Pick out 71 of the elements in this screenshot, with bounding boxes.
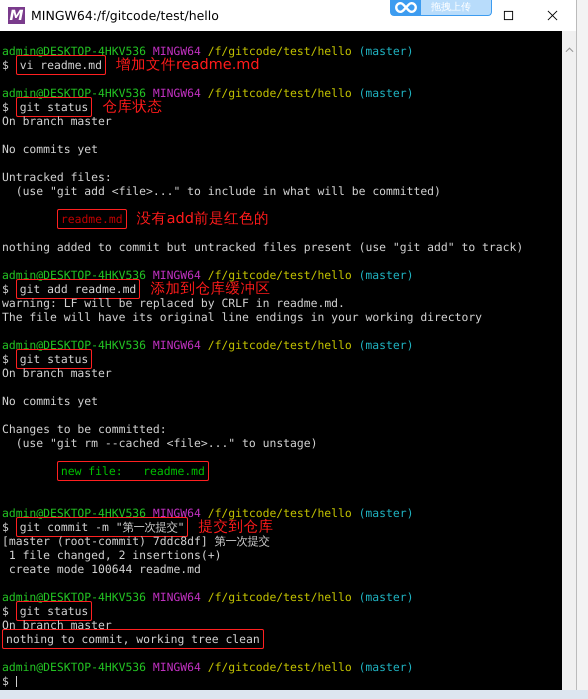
prompt-symbol: $ <box>2 604 9 618</box>
prompt-symbol: $ <box>2 520 9 534</box>
prompt-user: admin@DESKTOP-4HKV536 <box>2 44 146 58</box>
prompt-symbol: $ <box>2 352 9 366</box>
prompt-user: admin@DESKTOP-4HKV536 <box>2 590 146 604</box>
prompt-symbol: $ <box>2 674 9 688</box>
output-text: new file: readme.md <box>56 461 209 481</box>
annotation-note: 仓库状态 <box>102 99 162 115</box>
upload-widget[interactable]: 拖拽上传 <box>390 0 492 16</box>
output-text: nothing to commit, working tree clean <box>2 629 264 649</box>
output-text: No commits yet <box>2 142 98 156</box>
window-title: MINGW64:/f/gitcode/test/hello <box>31 8 219 23</box>
prompt-user: admin@DESKTOP-4HKV536 <box>2 506 146 520</box>
prompt-path: /f/gitcode/test/hello <box>208 660 352 674</box>
output-text: readme.md <box>56 209 127 229</box>
prompt-symbol: $ <box>2 100 9 114</box>
scrollbar[interactable] <box>562 31 576 690</box>
prompt-user: admin@DESKTOP-4HKV536 <box>2 660 146 674</box>
prompt-branch: (master) <box>358 268 414 282</box>
prompt-path: /f/gitcode/test/hello <box>208 86 352 100</box>
command-text: git commit -m "第一次提交" <box>16 517 188 537</box>
output-text: On branch master <box>2 114 112 128</box>
close-icon[interactable] <box>547 10 558 21</box>
command-text: git status <box>16 601 92 621</box>
output-text: nothing added to commit but untracked files present (use "git add" to track) <box>2 240 524 254</box>
prompt-path: /f/gitcode/test/hello <box>208 44 352 58</box>
prompt-system: MINGW64 <box>152 86 201 100</box>
prompt-branch: (master) <box>358 660 414 674</box>
prompt-system: MINGW64 <box>152 590 201 604</box>
command-text: git add readme.md <box>16 279 140 299</box>
output-text: The file will have its original line endings in your working directory <box>2 310 482 324</box>
output-text: On branch master <box>2 366 112 380</box>
output-text: warning: LF will be replaced by CRLF in readme.md. <box>2 296 345 310</box>
output-text: Untracked files: <box>2 170 112 184</box>
annotation-note: 增加文件readme.md <box>116 57 260 73</box>
prompt-branch: (master) <box>358 506 414 520</box>
output-text: On branch master <box>2 618 112 632</box>
prompt-path: /f/gitcode/test/hello <box>208 268 352 282</box>
upload-label: 拖拽上传 <box>431 2 471 12</box>
prompt-system: MINGW64 <box>152 506 201 520</box>
annotation-note: 提交到仓库 <box>198 519 274 535</box>
prompt-system: MINGW64 <box>152 338 201 352</box>
prompt-branch: (master) <box>358 86 414 100</box>
output-text: create mode 100644 readme.md <box>8 562 201 576</box>
command-text: vi readme.md <box>16 55 106 75</box>
prompt-user: admin@DESKTOP-4HKV536 <box>2 86 146 100</box>
prompt-path: /f/gitcode/test/hello <box>208 590 352 604</box>
command-text: git status <box>16 349 92 369</box>
prompt-path: /f/gitcode/test/hello <box>208 338 352 352</box>
prompt-user: admin@DESKTOP-4HKV536 <box>2 338 146 352</box>
prompt-branch: (master) <box>358 44 414 58</box>
prompt-symbol: $ <box>2 58 9 72</box>
maximize-icon[interactable] <box>503 10 514 21</box>
output-text: No commits yet <box>2 394 98 408</box>
annotation-note: 没有add前是红色的 <box>136 211 269 227</box>
prompt-branch: (master) <box>358 590 414 604</box>
prompt-user: admin@DESKTOP-4HKV536 <box>2 268 146 282</box>
output-text: [master (root-commit) 7ddc8df] 第一次提交 <box>2 534 270 548</box>
output-text: (use "git add <file>..." to include in what will be committed) <box>16 184 441 198</box>
prompt-system: MINGW64 <box>152 268 201 282</box>
prompt-system: MINGW64 <box>152 660 201 674</box>
output-text: Changes to be committed: <box>2 422 167 436</box>
output-text: 1 file changed, 2 insertions(+) <box>8 548 222 562</box>
prompt-branch: (master) <box>358 338 414 352</box>
output-text: (use "git rm --cached <file>..." to unstage) <box>16 436 318 450</box>
command-text: git status <box>16 97 92 117</box>
prompt-path: /f/gitcode/test/hello <box>208 506 352 520</box>
annotation-note: 添加到仓库缓冲区 <box>150 281 270 297</box>
app-icon: M <box>8 7 25 24</box>
prompt-symbol: $ <box>2 282 9 296</box>
prompt-system: MINGW64 <box>152 44 201 58</box>
